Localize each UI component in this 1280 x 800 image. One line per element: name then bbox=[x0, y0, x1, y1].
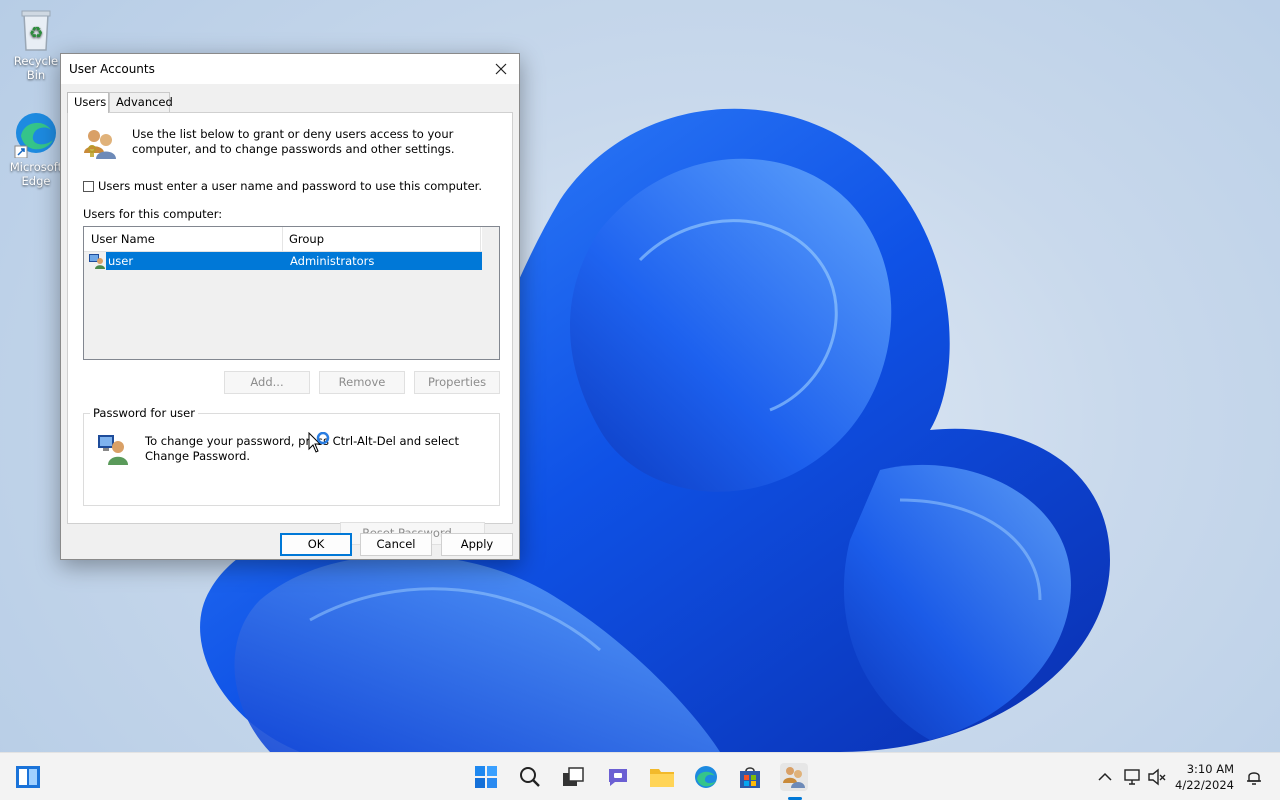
network-icon bbox=[1124, 769, 1140, 785]
chevron-up-icon bbox=[1098, 772, 1112, 781]
widgets-button[interactable] bbox=[14, 763, 42, 791]
remove-button[interactable]: Remove bbox=[319, 371, 405, 394]
notifications-button[interactable] bbox=[1240, 763, 1268, 791]
users-listview[interactable]: User Name Group user Administrators bbox=[83, 226, 500, 360]
chat-button[interactable] bbox=[604, 763, 632, 791]
edge-label: Microsoft Edge bbox=[9, 160, 63, 188]
svg-text:♻: ♻ bbox=[29, 23, 43, 42]
file-explorer-button[interactable] bbox=[648, 763, 676, 791]
edge-icon bbox=[695, 766, 717, 788]
list-header: User Name Group bbox=[84, 227, 482, 252]
store-icon bbox=[740, 767, 760, 788]
notification-bell-icon bbox=[1247, 772, 1261, 785]
dialog-titlebar[interactable]: User Accounts bbox=[61, 54, 519, 84]
users-tab-panel: Use the list below to grant or deny user… bbox=[67, 112, 513, 545]
users-list-caption: Users for this computer: bbox=[83, 207, 223, 221]
user-accounts-dialog: User Accounts Users Advanced Use the lis… bbox=[60, 53, 520, 560]
show-hidden-icons-button[interactable] bbox=[1091, 763, 1119, 791]
column-header-user-name[interactable]: User Name bbox=[91, 232, 155, 246]
recycle-bin-icon: ♻ bbox=[21, 10, 51, 51]
column-header-group[interactable]: Group bbox=[289, 232, 324, 246]
volume-button[interactable] bbox=[1143, 763, 1171, 791]
clock[interactable]: 3:10 AM 4/22/2024 bbox=[1175, 761, 1234, 793]
require-login-row[interactable]: Users must enter a user name and passwor… bbox=[83, 179, 482, 193]
column-separator[interactable] bbox=[480, 227, 481, 251]
folder-icon bbox=[650, 769, 674, 787]
require-login-checkbox[interactable] bbox=[83, 180, 94, 192]
clock-time: 3:10 AM bbox=[1186, 762, 1234, 776]
taskbar: 3:10 AM 4/22/2024 bbox=[0, 752, 1280, 800]
table-row[interactable]: user Administrators bbox=[88, 252, 482, 270]
cell-user-name: user bbox=[108, 254, 134, 268]
recycle-bin-desktop-icon[interactable]: ♻ Recycle Bin bbox=[4, 8, 68, 82]
cancel-button[interactable]: Cancel bbox=[360, 533, 432, 556]
user-accounts-taskbar-button[interactable] bbox=[780, 763, 808, 791]
recycle-bin-label: Recycle Bin bbox=[13, 54, 59, 82]
search-icon bbox=[520, 767, 540, 787]
task-view-button[interactable] bbox=[559, 763, 587, 791]
require-login-label: Users must enter a user name and passwor… bbox=[98, 179, 483, 193]
apply-button[interactable]: Apply bbox=[441, 533, 513, 556]
search-button[interactable] bbox=[516, 763, 544, 791]
widgets-icon bbox=[16, 766, 40, 788]
ok-button[interactable]: OK bbox=[280, 533, 352, 556]
tab-advanced[interactable]: Advanced bbox=[109, 92, 173, 112]
column-separator[interactable] bbox=[282, 227, 283, 251]
edge-taskbar-button[interactable] bbox=[692, 763, 720, 791]
start-button[interactable] bbox=[472, 763, 500, 791]
intro-text: Use the list below to grant or deny user… bbox=[132, 127, 455, 156]
volume-muted-icon bbox=[1148, 768, 1166, 786]
close-button[interactable] bbox=[483, 54, 519, 84]
users-group-icon bbox=[783, 767, 805, 788]
edge-desktop-icon[interactable]: Microsoft Edge bbox=[4, 110, 68, 188]
teams-chat-icon bbox=[609, 769, 627, 786]
windows-logo-icon bbox=[475, 766, 497, 788]
users-group-icon bbox=[84, 130, 116, 159]
tab-users[interactable]: Users bbox=[67, 92, 109, 113]
add-button[interactable]: Add... bbox=[224, 371, 310, 394]
cell-group: Administrators bbox=[290, 254, 375, 268]
edge-icon bbox=[14, 113, 56, 158]
properties-button[interactable]: Properties bbox=[414, 371, 500, 394]
mouse-cursor-busy-icon bbox=[308, 432, 330, 453]
dialog-title: User Accounts bbox=[69, 62, 155, 76]
close-icon bbox=[495, 63, 507, 75]
store-button[interactable] bbox=[736, 763, 764, 791]
user-icon bbox=[89, 254, 105, 269]
clock-date: 4/22/2024 bbox=[1175, 778, 1234, 792]
user-computer-icon bbox=[98, 435, 128, 465]
password-group-legend: Password for user bbox=[90, 406, 198, 420]
task-view-icon bbox=[563, 767, 584, 786]
